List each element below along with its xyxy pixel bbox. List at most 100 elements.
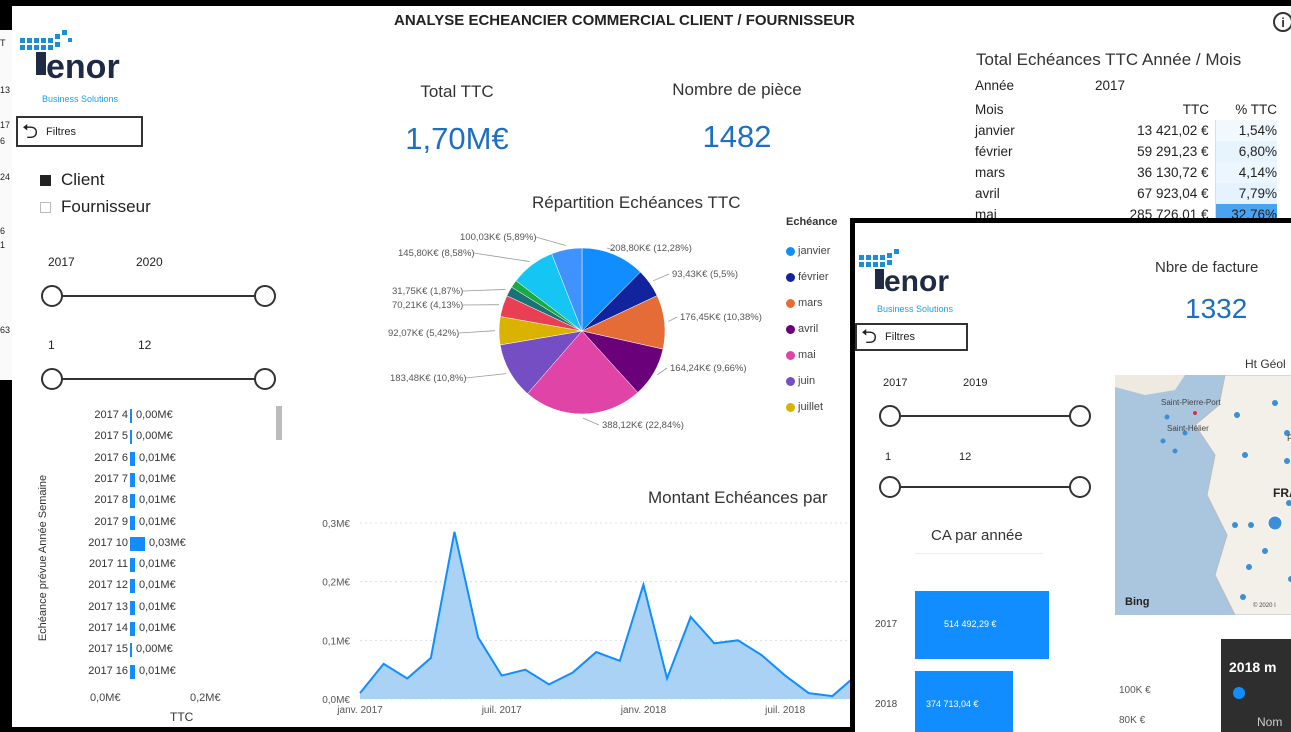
strip-fragment: 6 (0, 136, 5, 146)
table-row[interactable]: janvier13 421,02 €1,54% (975, 120, 1277, 141)
col-header-month: Mois (975, 99, 1083, 120)
table-row[interactable]: mars36 130,72 €4,14% (975, 162, 1277, 183)
month-slider-left-handle[interactable] (41, 368, 63, 390)
info-icon[interactable]: i (1273, 12, 1291, 32)
legend-dot-icon (786, 377, 795, 386)
ca-bar-value-label: 374 713,04 € (926, 699, 979, 709)
kpi-count-label: Nombre de pièce (652, 80, 822, 100)
pie-leader-line (459, 331, 495, 333)
legend-label: juin (798, 375, 815, 387)
pie-legend-item[interactable]: avril (786, 316, 856, 342)
filters-button[interactable]: ⮌ Filtres (16, 116, 143, 147)
pie-data-label: 31,75K€ (1,87%) (392, 286, 463, 297)
table-cell-ttc: 13 421,02 € (1083, 120, 1215, 141)
overlay-month-track[interactable] (891, 486, 1079, 488)
overlay-logo-text: enor (884, 265, 949, 299)
overlay-filters-label: Filtres (885, 331, 915, 343)
map-visual[interactable]: Saint-Pierre-Port Saint-Hélier FRA Pl Bi… (1115, 375, 1291, 615)
pie-data-label: 164,24K€ (9,66%) (670, 363, 747, 374)
overlay-year-right-handle[interactable] (1069, 405, 1091, 427)
overlay-month-right-handle[interactable] (1069, 476, 1091, 498)
month-slider-max: 12 (138, 338, 151, 352)
weekly-row-label: 2017 6 (94, 452, 128, 464)
pie-legend-item[interactable]: juillet (786, 394, 856, 420)
weekly-row[interactable]: 2017 100,03M€ (50, 534, 300, 555)
table-cell-month: avril (975, 183, 1083, 204)
weekly-bar (130, 537, 145, 551)
table-row[interactable]: février59 291,23 €6,80% (975, 141, 1277, 162)
pie-data-label: 176,45K€ (10,38%) (680, 312, 762, 323)
client-label: Client (61, 170, 104, 190)
ca-bar-row[interactable]: 2018 374 713,04 € (875, 671, 1075, 732)
weekly-row[interactable]: 2017 40,00M€ (50, 406, 300, 427)
fournisseur-label: Fournisseur (61, 197, 151, 217)
overlay-year-max: 2019 (963, 377, 987, 389)
col-header-pct: % TTC (1215, 99, 1277, 120)
legend-label: juillet (798, 401, 823, 413)
overlay-year-track[interactable] (891, 415, 1079, 417)
pie-data-label: 100,03K€ (5,89%) (460, 232, 537, 243)
weekly-row-label: 2017 15 (88, 643, 128, 655)
weekly-bar-label: 0,01M€ (139, 516, 176, 528)
area-x-tick: juil. 2018 (764, 705, 805, 716)
bottom-y-tick: 100K € (1119, 685, 1151, 696)
year-slider-track[interactable] (52, 295, 264, 297)
ca-bar-chart: 2017514 492,29 € 2018 374 713,04 € (875, 583, 1075, 732)
weekly-row[interactable]: 2017 140,01M€ (50, 619, 300, 640)
year-slider-left-handle[interactable] (41, 285, 63, 307)
weekly-row[interactable]: 2017 130,01M€ (50, 598, 300, 619)
ca-bar-row[interactable]: 2017514 492,29 € (875, 591, 1075, 659)
pie-legend-item[interactable]: juin (786, 368, 856, 394)
overlay-month-max: 12 (959, 451, 971, 463)
legend-label: mars (798, 297, 822, 309)
weekly-row[interactable]: 2017 90,01M€ (50, 513, 300, 534)
year-slider-right-handle[interactable] (254, 285, 276, 307)
month-slider-track[interactable] (52, 378, 264, 380)
weekly-bar (130, 665, 135, 679)
monthly-table: Année 2017 Mois TTC % TTC janvier13 421,… (975, 78, 1285, 225)
weekly-row[interactable]: 2017 160,01M€ (50, 662, 300, 683)
overlay-kpi-value: 1332 (1185, 293, 1247, 325)
overlay-month-left-handle[interactable] (879, 476, 901, 498)
weekly-row[interactable]: 2017 110,01M€ (50, 555, 300, 576)
weekly-row-label: 2017 13 (88, 601, 128, 613)
weekly-scrollbar[interactable] (276, 406, 282, 440)
weekly-bar-label: 0,01M€ (139, 494, 176, 506)
weekly-row[interactable]: 2017 120,01M€ (50, 576, 300, 597)
weekly-bar-label: 0,01M€ (139, 622, 176, 634)
weekly-row[interactable]: 2017 70,01M€ (50, 470, 300, 491)
type-filter-client[interactable]: Client (40, 170, 104, 190)
weekly-bar (130, 558, 135, 572)
overlay-year-left-handle[interactable] (879, 405, 901, 427)
overlay-back-arrow-icon: ⮌ (861, 327, 877, 347)
weekly-row[interactable]: 2017 60,01M€ (50, 449, 300, 470)
overlay-report-panel: enor Business Solutions ⮌ Filtres Nbre d… (850, 218, 1291, 732)
tooltip-dot-icon (1233, 687, 1245, 699)
monthly-table-grid: Mois TTC % TTC janvier13 421,02 €1,54%fé… (975, 99, 1277, 225)
pie-legend-item[interactable]: janvier (786, 238, 856, 264)
month-slider-right-handle[interactable] (254, 368, 276, 390)
weekly-bar-chart: Echéance prévue Année Semaine 2017 40,00… (30, 404, 290, 724)
pie-legend-item[interactable]: février (786, 264, 856, 290)
table-row[interactable]: avril67 923,04 €7,79% (975, 183, 1277, 204)
weekly-row[interactable]: 2017 150,00M€ (50, 640, 300, 661)
pie-legend-item[interactable]: mars (786, 290, 856, 316)
kpi-total-label: Total TTC (382, 82, 532, 102)
pie-legend-item[interactable]: mai (786, 342, 856, 368)
overlay-filters-button[interactable]: ⮌ Filtres (855, 323, 968, 351)
kpi-total-value: 1,70M€ (362, 121, 552, 157)
pie-leader-line (463, 289, 506, 291)
overlay-logo-subtitle: Business Solutions (877, 304, 953, 314)
weekly-bar (130, 494, 135, 508)
type-filter-fournisseur[interactable]: Fournisseur (40, 197, 151, 217)
weekly-bar-label: 0,03M€ (149, 537, 186, 549)
col-header-ttc: TTC (1083, 99, 1215, 120)
weekly-row[interactable]: 2017 80,01M€ (50, 491, 300, 512)
background-window-strip: T 13 17 6 24 6 1 63 (0, 30, 12, 380)
overlay-tenor-logo: enor Business Solutions (859, 247, 979, 317)
pie-data-label: 93,43K€ (5,5%) (672, 269, 738, 280)
ca-bar-category: 2018 (875, 699, 897, 710)
ca-bar-value-label: 514 492,29 € (944, 619, 997, 629)
weekly-row-label: 2017 7 (94, 473, 128, 485)
weekly-row[interactable]: 2017 50,00M€ (50, 427, 300, 448)
